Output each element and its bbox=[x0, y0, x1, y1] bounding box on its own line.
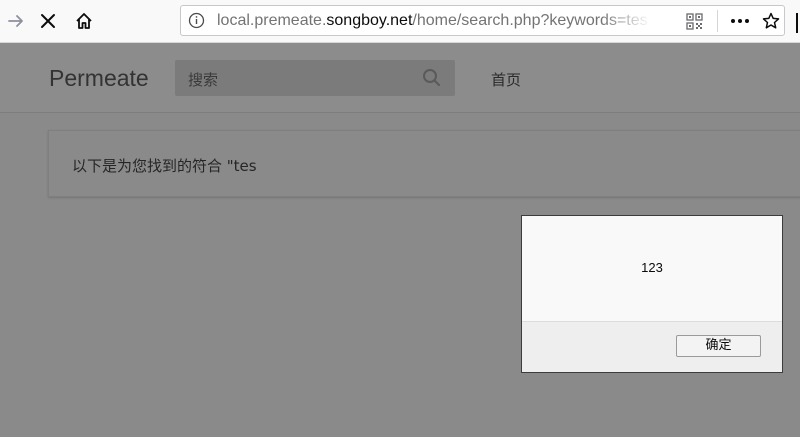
search-input[interactable]: 搜索 bbox=[175, 60, 455, 96]
search-result-text: 以下是为您找到的符合 "tes bbox=[72, 157, 257, 175]
url-fade bbox=[601, 6, 651, 35]
search-result-panel: 以下是为您找到的符合 "tes bbox=[48, 130, 800, 197]
alert-message: 123 bbox=[641, 260, 663, 275]
site-header: Permeate 搜索 首页 bbox=[0, 43, 800, 113]
star-icon bbox=[762, 12, 780, 29]
alert-footer: 确定 bbox=[522, 321, 782, 372]
more-dots-icon bbox=[731, 19, 749, 23]
url-prefix: local.premeate. bbox=[217, 12, 327, 29]
close-icon bbox=[41, 14, 55, 28]
url-text[interactable]: local.premeate.songboy.net/home/search.p… bbox=[217, 12, 647, 32]
alert-dialog: 123 确定 bbox=[521, 215, 783, 373]
search-placeholder: 搜索 bbox=[188, 71, 219, 89]
qr-code-icon[interactable] bbox=[686, 13, 703, 30]
page-actions-button[interactable] bbox=[728, 10, 752, 32]
home-button[interactable] bbox=[70, 7, 98, 35]
address-bar[interactable]: local.premeate.songboy.net/home/search.p… bbox=[180, 5, 785, 36]
info-icon[interactable] bbox=[188, 12, 205, 29]
bookmark-button[interactable] bbox=[759, 10, 783, 32]
home-icon bbox=[76, 13, 92, 29]
nav-home-link[interactable]: 首页 bbox=[491, 69, 521, 90]
stop-loading-button[interactable] bbox=[34, 7, 62, 35]
search-icon[interactable] bbox=[422, 68, 441, 87]
url-separator bbox=[717, 10, 718, 32]
ok-button[interactable]: 确定 bbox=[676, 335, 761, 357]
url-host: songboy.net bbox=[326, 12, 413, 29]
arrow-right-icon bbox=[8, 15, 23, 27]
toolbar-edge bbox=[796, 13, 798, 33]
site-logo[interactable]: Permeate bbox=[49, 65, 149, 92]
back-button[interactable] bbox=[2, 7, 30, 35]
browser-toolbar: local.premeate.songboy.net/home/search.p… bbox=[0, 0, 800, 43]
